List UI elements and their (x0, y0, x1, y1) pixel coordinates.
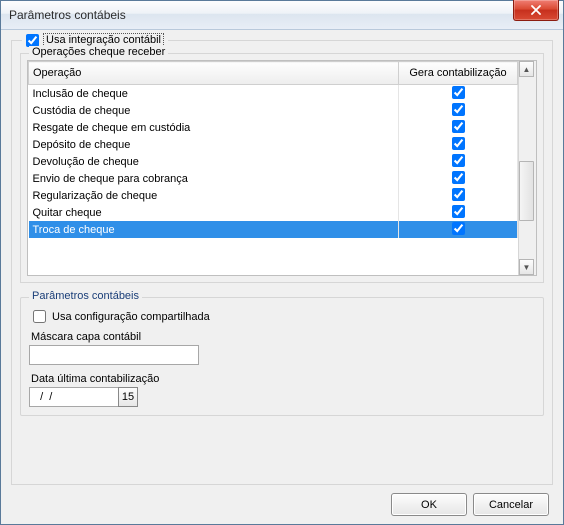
integration-groupbox: Usa integração contábil Operações cheque… (11, 40, 553, 485)
col-header-generate[interactable]: Gera contabilização (399, 62, 518, 85)
cell-generate (399, 221, 518, 238)
close-icon (531, 5, 541, 15)
generate-checkbox[interactable] (452, 205, 465, 218)
cell-generate (399, 170, 518, 187)
table-row[interactable]: Envio de cheque para cobrança (29, 170, 518, 187)
vertical-scrollbar[interactable]: ▲ ▼ (518, 61, 536, 275)
operations-table: Operação Gera contabilização Inclusão de… (28, 61, 518, 238)
cell-operation: Resgate de cheque em custódia (29, 119, 399, 136)
shared-config-label[interactable]: Usa configuração compartilhada (52, 311, 210, 323)
params-groupbox: Parâmetros contábeis Usa configuração co… (20, 297, 544, 416)
use-integration-row: Usa integração contábil (22, 33, 168, 47)
cell-generate (399, 102, 518, 119)
operations-groupbox: Operações cheque receber Operação Gera c… (20, 53, 544, 283)
operations-table-wrap: Operação Gera contabilização Inclusão de… (28, 61, 518, 275)
mask-label: Máscara capa contábil (31, 331, 535, 343)
cell-generate (399, 153, 518, 170)
date-label: Data última contabilização (31, 373, 535, 385)
cell-generate (399, 204, 518, 221)
table-row[interactable]: Quitar cheque (29, 204, 518, 221)
cell-operation: Troca de cheque (29, 221, 399, 238)
operations-grid: Operação Gera contabilização Inclusão de… (27, 60, 537, 276)
cell-generate (399, 136, 518, 153)
cell-operation: Custódia de cheque (29, 102, 399, 119)
params-legend: Parâmetros contábeis (29, 290, 142, 302)
cancel-button[interactable]: Cancelar (473, 493, 549, 516)
generate-checkbox[interactable] (452, 188, 465, 201)
cell-generate (399, 187, 518, 204)
cell-operation: Envio de cheque para cobrança (29, 170, 399, 187)
cell-operation: Quitar cheque (29, 204, 399, 221)
use-integration-checkbox[interactable] (26, 34, 39, 47)
table-row[interactable]: Inclusão de cheque (29, 85, 518, 103)
date-input[interactable] (29, 387, 119, 407)
close-button[interactable] (513, 0, 559, 21)
table-row[interactable]: Custódia de cheque (29, 102, 518, 119)
cell-generate (399, 119, 518, 136)
shared-config-row: Usa configuração compartilhada (33, 310, 535, 323)
dialog-buttons: OK Cancelar (11, 485, 553, 516)
use-integration-label[interactable]: Usa integração contábil (43, 33, 164, 47)
cell-operation: Regularização de cheque (29, 187, 399, 204)
generate-checkbox[interactable] (452, 120, 465, 133)
cell-operation: Inclusão de cheque (29, 85, 399, 103)
table-row[interactable]: Devolução de cheque (29, 153, 518, 170)
date-field: 15 (29, 387, 535, 407)
scroll-down-arrow[interactable]: ▼ (519, 259, 534, 275)
table-row[interactable]: Troca de cheque (29, 221, 518, 238)
cell-operation: Devolução de cheque (29, 153, 399, 170)
table-row[interactable]: Regularização de cheque (29, 187, 518, 204)
client-area: Usa integração contábil Operações cheque… (1, 30, 563, 524)
titlebar: Parâmetros contábeis (1, 1, 563, 30)
generate-checkbox[interactable] (452, 222, 465, 235)
dialog-window: Parâmetros contábeis Usa integração cont… (0, 0, 564, 525)
date-picker-button[interactable]: 15 (118, 387, 138, 407)
table-row[interactable]: Resgate de cheque em custódia (29, 119, 518, 136)
col-header-operation[interactable]: Operação (29, 62, 399, 85)
generate-checkbox[interactable] (452, 171, 465, 184)
generate-checkbox[interactable] (452, 137, 465, 150)
shared-config-checkbox[interactable] (33, 310, 46, 323)
scroll-thumb[interactable] (519, 161, 534, 221)
ok-button[interactable]: OK (391, 493, 467, 516)
cell-operation: Depósito de cheque (29, 136, 399, 153)
mask-input[interactable] (29, 345, 199, 365)
window-title: Parâmetros contábeis (9, 8, 126, 22)
generate-checkbox[interactable] (452, 86, 465, 99)
operations-legend: Operações cheque receber (29, 46, 168, 58)
generate-checkbox[interactable] (452, 154, 465, 167)
cell-generate (399, 85, 518, 103)
scroll-up-arrow[interactable]: ▲ (519, 61, 534, 77)
generate-checkbox[interactable] (452, 103, 465, 116)
calendar-icon: 15 (122, 391, 134, 403)
table-row[interactable]: Depósito de cheque (29, 136, 518, 153)
